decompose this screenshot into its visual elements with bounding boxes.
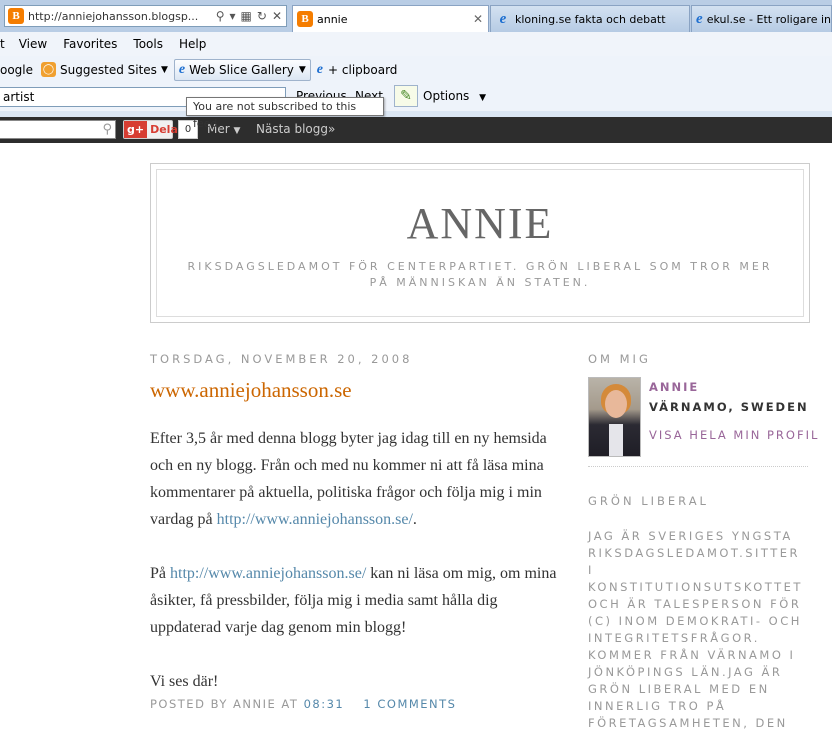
ie-favicon-icon: e [696,10,703,27]
about-heading: Om mig [588,352,651,366]
chevron-down-icon: ▼ [298,64,306,75]
browser-chrome: B http://anniejohansson.blogsp... ⚲ ▾ ▦ … [0,0,832,117]
tab-label: kloning.se fakta och debatt [515,12,666,26]
fav-web-slice-gallery[interactable]: e Web Slice Gallery ▼ [173,58,311,81]
search-icon[interactable]: ⚲ [216,9,225,23]
post-body: Efter 3,5 år med denna blogg byter jag i… [150,425,570,722]
command-bar: artist Previous Next ✎ Options ▼ [0,83,832,111]
section-heading: Grön liberal [588,494,709,508]
next-blog-link[interactable]: Nästa blogg» [256,122,335,136]
fav-label: Web Slice Gallery [189,62,294,77]
ie-favicon-icon: e [499,10,507,27]
view-profile-link[interactable]: Visa hela min profil [649,428,819,442]
blogger-navbar: ⚲ g+ Dela 0 Mer ▼ Nästa blogg» [0,117,832,143]
menu-tools[interactable]: Tools [133,37,163,51]
profile-name-link[interactable]: Annie [649,380,699,394]
dropdown-arrow-icon[interactable]: ▾ [230,9,236,23]
post-paragraph: På http://www.anniejohansson.se/ kan ni … [150,565,557,636]
suggested-sites-icon: ◯ [41,62,57,77]
search-icon[interactable]: ⚲ [102,122,112,137]
section-text: Jag är Sveriges yngsta riksdagsledamot.S… [588,529,803,730]
refresh-icon[interactable]: ↻ [257,9,267,23]
address-bar[interactable]: B http://anniejohansson.blogsp... ⚲ ▾ ▦ … [4,5,287,27]
stop-icon[interactable]: ✕ [272,9,282,23]
post-time-link[interactable]: 08:31 [304,697,345,711]
blog-header: ANNIE Riksdagsledamot för Centerpartiet.… [150,163,810,323]
tab-label: ekul.se - Ett roligare in [706,12,831,26]
chevron-down-icon: ▼ [233,126,241,136]
tab-row: B http://anniejohansson.blogsp... ⚲ ▾ ▦ … [0,0,832,32]
ie-favicon-icon: e [316,61,324,77]
post-title-link[interactable]: www.anniejohansson.se [150,378,352,403]
menu-view[interactable]: View [19,37,47,51]
post-footer: Posted by Annie at 08:31 1 comments [150,697,457,711]
menu-help[interactable]: Help [179,37,206,51]
close-tab-icon[interactable]: ✕ [473,12,483,26]
blog-description: Riksdagsledamot för Centerpartiet. Grön … [187,260,773,289]
tab-kloning[interactable]: e kloning.se fakta och debatt [490,5,690,32]
blogger-favicon-icon: B [297,11,313,27]
blog-search-input[interactable]: ⚲ [0,120,116,139]
post-link[interactable]: http://www.anniejohansson.se/ [217,511,413,528]
fav-clipboard[interactable]: e + clipboard [317,62,398,78]
address-url[interactable]: http://anniejohansson.blogsp... [28,10,216,23]
options-label: Options [423,89,470,103]
profile-location: Värnamo, Sweden [649,400,809,414]
chevron-down-icon: ▼ [479,93,487,103]
comments-link[interactable]: 1 comments [363,697,456,711]
tooltip: You are not subscribed to this feed. [186,97,384,130]
ie-favicon-icon: e [178,61,186,77]
menu-bar: t View Favorites Tools Help [0,32,832,56]
post-link[interactable]: http://www.anniejohansson.se/ [170,565,366,582]
favorites-bar: oogle ◯ Suggested Sites ▼ e Web Slice Ga… [0,56,832,83]
fav-label: Suggested Sites [60,62,157,77]
menu-favorites[interactable]: Favorites [63,37,117,51]
post-paragraph: Efter 3,5 år med denna blogg byter jag i… [150,430,547,528]
gplus-share-button[interactable]: g+ Dela [123,120,178,139]
post-date: Torsdag, november 20, 2008 [150,352,413,366]
fav-google[interactable]: oogle [0,63,33,77]
gplus-icon: g+ [124,121,148,138]
chevron-down-icon: ▼ [160,64,168,75]
post-paragraph: Vi ses där! [150,673,219,690]
blog-title[interactable]: ANNIE [157,198,803,249]
tab-label: annie [317,12,348,26]
fav-label: + clipboard [328,62,398,77]
compat-view-icon[interactable]: ▦ [241,9,252,23]
sidebar-divider [588,466,808,467]
blogger-favicon-icon: B [8,8,24,24]
menu-edit[interactable]: t [0,37,5,51]
tab-annie[interactable]: B annie ✕ [292,5,489,32]
tab-ekul[interactable]: e ekul.se - Ett roligare in [691,5,832,32]
fav-suggested-sites[interactable]: ◯ Suggested Sites ▼ [41,62,168,77]
profile-avatar[interactable] [588,377,641,457]
options-button[interactable]: Options ▼ [423,89,486,103]
share-label: Dela [150,123,178,136]
highlight-pencil-icon[interactable]: ✎ [394,85,418,107]
